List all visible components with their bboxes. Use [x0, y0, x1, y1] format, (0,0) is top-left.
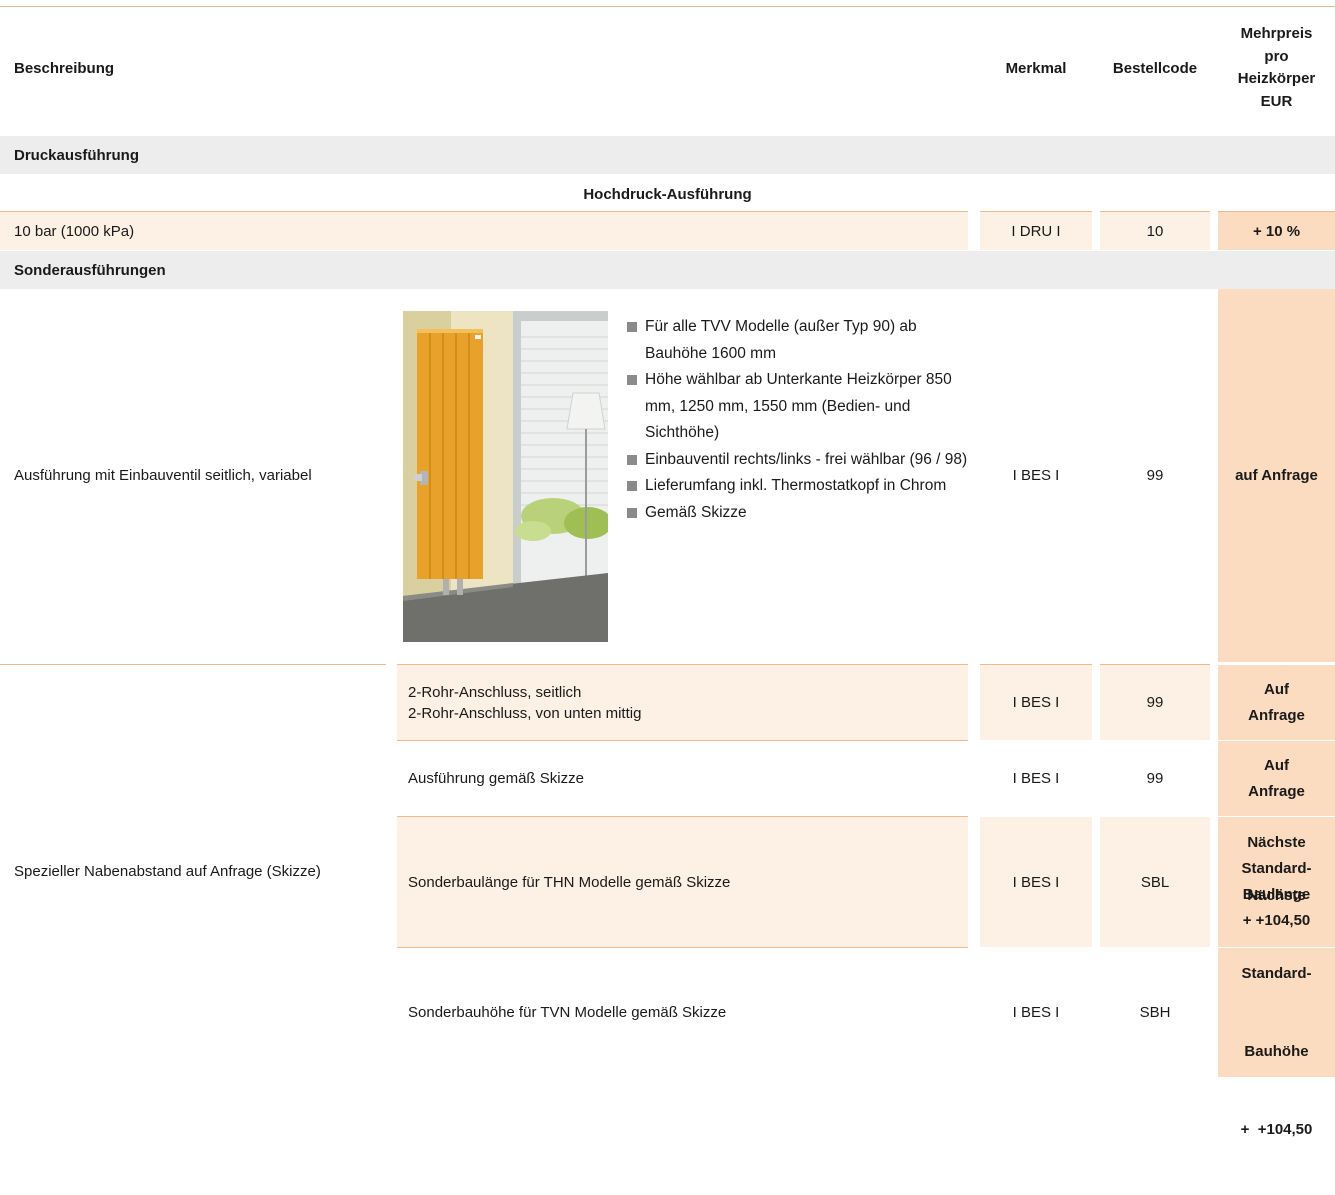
header-merkmal-label: Merkmal: [1005, 59, 1067, 77]
radiator-photo-graphic: [403, 311, 612, 642]
row-description: Sonderbauhöhe für TVN Modelle gemäß Skiz…: [408, 1004, 727, 1021]
naben-row-1-description: 2-Rohr-Anschluss, seitlich 2-Rohr-Anschl…: [397, 665, 968, 740]
naben-row-1-merkmal: I BES I: [980, 665, 1092, 740]
variable-row-code: 99: [1100, 289, 1210, 662]
code-value: 10: [1146, 222, 1164, 240]
naben-row-4-price: Nächste Standard- Bauhöhe + +104,50: [1218, 887, 1335, 1138]
top-border: [0, 6, 1335, 7]
naben-row-2-price: Auf Anfrage: [1218, 741, 1335, 816]
header-mehrpreis-line: Mehrpreis: [1240, 25, 1313, 42]
variable-row-description: Ausführung mit Einbauventil seitlich, va…: [14, 289, 384, 662]
merkmal-value: I BES I: [1012, 770, 1060, 787]
price-line: + +104,50: [1240, 1120, 1313, 1138]
naben-row-4-description: Sonderbauhöhe für TVN Modelle gemäß Skiz…: [397, 948, 968, 1077]
naben-row-3-merkmal: I BES I: [980, 817, 1092, 947]
row-description: Ausführung gemäß Skizze: [408, 770, 584, 787]
naben-row-1-price: Auf Anfrage: [1218, 665, 1335, 740]
price-value: auf Anfrage: [1235, 467, 1318, 484]
row-description-line: 2-Rohr-Anschluss, von unten mittig: [408, 704, 642, 722]
header-mehrpreis: Mehrpreis pro Heizkörper EUR: [1218, 8, 1335, 128]
price-value: Auf Anfrage: [1248, 680, 1305, 724]
variable-row-price: auf Anfrage: [1218, 289, 1335, 662]
header-bestellcode: Bestellcode: [1100, 8, 1210, 128]
merkmal-value: I BES I: [1012, 1004, 1060, 1021]
feature-item: Höhe wählbar ab Unterkante Heizkörper 85…: [626, 367, 974, 447]
merkmal-value: I DRU I: [1011, 222, 1061, 240]
code-value: 99: [1146, 467, 1164, 484]
row-description: 10 bar (1000 kPa): [14, 222, 135, 240]
naben-row-1-code: 99: [1100, 665, 1210, 740]
subheading-hochdruck: Hochdruck-Ausführung: [0, 178, 1335, 210]
price-line: Standard-: [1241, 964, 1312, 982]
section-sonderausfuehrungen: Sonderausführungen: [0, 251, 1335, 289]
naben-row-4-merkmal: I BES I: [980, 948, 1092, 1077]
feature-item: Für alle TVV Modelle (außer Typ 90) ab B…: [626, 314, 974, 367]
row-description: Spezieller Nabenabstand auf Anfrage (Ski…: [14, 862, 321, 880]
section-title: Druckausführung: [14, 146, 140, 164]
price-value: + 10 %: [1252, 222, 1301, 240]
variable-row-merkmal: I BES I: [980, 289, 1092, 662]
merkmal-value: I BES I: [1012, 694, 1060, 711]
header-beschreibung-label: Beschreibung: [14, 59, 115, 77]
code-value: 99: [1146, 694, 1164, 711]
section-druckausfuehrung: Druckausführung: [0, 136, 1335, 174]
naben-row-3-description: Sonderbaulänge für THN Modelle gemäß Ski…: [397, 817, 968, 947]
merkmal-value: I BES I: [1012, 873, 1060, 891]
header-bestellcode-label: Bestellcode: [1112, 59, 1198, 77]
header-mehrpreis-line: EUR: [1260, 92, 1293, 110]
row-description: Sonderbaulänge für THN Modelle gemäß Ski…: [408, 873, 731, 891]
naben-row-2-code: 99: [1100, 741, 1210, 816]
header-mehrpreis-line: Heizkörper: [1237, 70, 1316, 87]
naben-row-3-code: SBL: [1100, 817, 1210, 947]
row-description-line: 2-Rohr-Anschluss, seitlich: [408, 683, 582, 701]
druck-row-price: + 10 %: [1218, 212, 1335, 250]
price-line: Nächste: [1247, 886, 1306, 904]
druck-row-description: 10 bar (1000 kPa): [0, 212, 968, 250]
header-mehrpreis-line: pro: [1264, 47, 1289, 65]
price-line: Bauhöhe: [1244, 1042, 1309, 1060]
naben-row-2-merkmal: I BES I: [980, 741, 1092, 816]
header-beschreibung: Beschreibung: [14, 8, 394, 128]
code-value: SBH: [1139, 1004, 1171, 1021]
subheading-label: Hochdruck-Ausführung: [583, 185, 752, 203]
code-value: SBL: [1140, 873, 1170, 891]
feature-item: Einbauventil rechts/links - frei wählbar…: [626, 447, 974, 474]
code-value: 99: [1146, 770, 1164, 787]
druck-row-code: 10: [1100, 212, 1210, 250]
naben-row-2-description: Ausführung gemäß Skizze: [397, 741, 968, 816]
merkmal-value: I BES I: [1012, 467, 1060, 484]
druck-row-merkmal: I DRU I: [980, 212, 1092, 250]
section-title: Sonderausführungen: [14, 261, 166, 279]
row-description: Ausführung mit Einbauventil seitlich, va…: [14, 467, 312, 484]
header-merkmal: Merkmal: [980, 8, 1092, 128]
feature-item: Lieferumfang inkl. Thermostatkopf in Chr…: [626, 473, 974, 500]
feature-item: Gemäß Skizze: [626, 500, 974, 527]
feature-list: Für alle TVV Modelle (außer Typ 90) ab B…: [626, 314, 974, 526]
radiator-product-image: [403, 311, 612, 642]
feature-bullets: Für alle TVV Modelle (außer Typ 90) ab B…: [626, 314, 974, 526]
naben-description: Spezieller Nabenabstand auf Anfrage (Ski…: [14, 665, 384, 1077]
naben-row-4-code: SBH: [1100, 948, 1210, 1077]
price-value: Auf Anfrage: [1248, 756, 1305, 800]
